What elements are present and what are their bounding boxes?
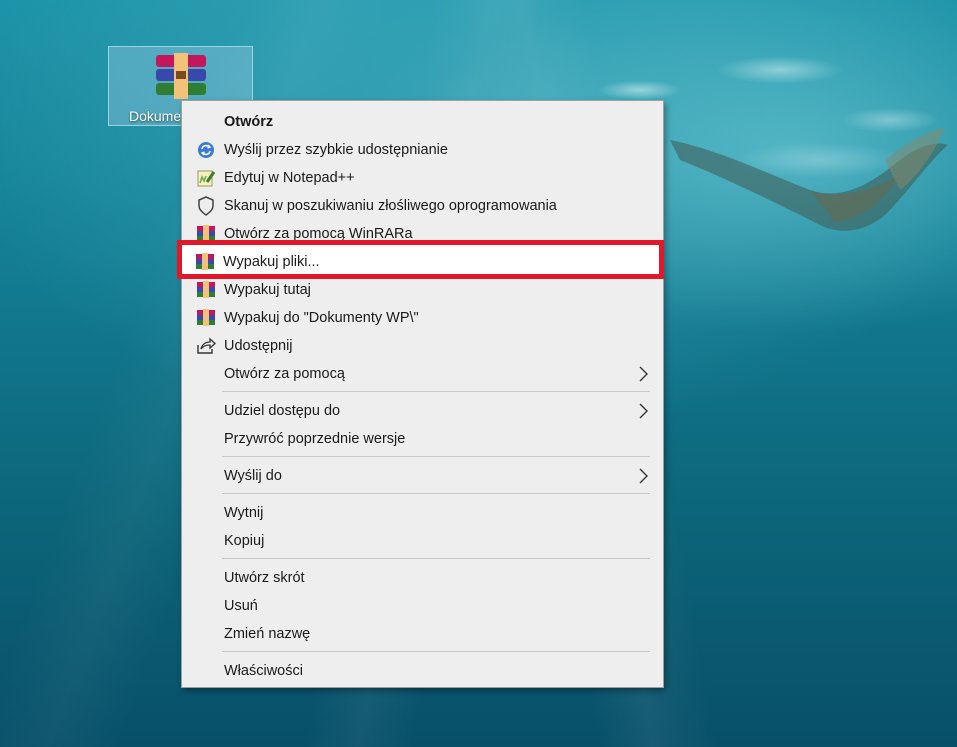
menu-item-label: Udziel dostępu do bbox=[224, 403, 341, 419]
menu-item-cut[interactable]: Wytnij bbox=[184, 499, 661, 527]
menu-separator bbox=[222, 493, 650, 494]
menu-item-label: Wyślij do bbox=[224, 468, 282, 484]
nearby-share-icon bbox=[196, 140, 216, 160]
menu-item-nearby-share[interactable]: Wyślij przez szybkie udostępnianie bbox=[184, 136, 661, 164]
share-icon bbox=[196, 336, 216, 356]
menu-item-extract-here[interactable]: Wypakuj tutaj bbox=[184, 276, 661, 304]
menu-item-label: Skanuj w poszukiwaniu złośliwego oprogra… bbox=[224, 198, 557, 214]
menu-item-create-shortcut[interactable]: Utwórz skrót bbox=[184, 564, 661, 592]
menu-item-label: Zmień nazwę bbox=[224, 626, 311, 642]
menu-item-label: Właściwości bbox=[224, 663, 303, 679]
menu-item-label: Wypakuj pliki... bbox=[223, 254, 320, 270]
menu-item-copy[interactable]: Kopiuj bbox=[184, 527, 661, 555]
notepadplusplus-icon bbox=[196, 168, 216, 188]
winrar-icon bbox=[196, 308, 216, 328]
desktop-file-label: Dokume bbox=[129, 108, 182, 124]
menu-item-label: Kopiuj bbox=[224, 533, 265, 549]
menu-item-rename[interactable]: Zmień nazwę bbox=[184, 620, 661, 648]
menu-separator bbox=[222, 651, 650, 652]
winrar-archive-icon bbox=[156, 53, 206, 99]
wallpaper-swimmer bbox=[670, 128, 948, 231]
menu-separator bbox=[222, 456, 650, 457]
winrar-icon bbox=[196, 280, 216, 300]
menu-item-extract-files[interactable]: Wypakuj pliki... bbox=[181, 248, 658, 276]
menu-item-edit-notepadpp[interactable]: Edytuj w Notepad++ bbox=[184, 164, 661, 192]
chevron-right-icon bbox=[639, 403, 648, 419]
menu-item-label: Wyślij przez szybkie udostępnianie bbox=[224, 142, 448, 158]
menu-item-delete[interactable]: Usuń bbox=[184, 592, 661, 620]
highlighted-menu-item-extract-files[interactable]: Wypakuj pliki... bbox=[177, 240, 664, 279]
menu-separator bbox=[222, 391, 650, 392]
context-menu: Otwórz Wyślij przez szybkie udostępniani… bbox=[181, 100, 664, 688]
menu-item-open[interactable]: Otwórz bbox=[184, 108, 661, 136]
chevron-right-icon bbox=[639, 366, 648, 382]
menu-item-give-access[interactable]: Udziel dostępu do bbox=[184, 397, 661, 425]
menu-item-share[interactable]: Udostępnij bbox=[184, 332, 661, 360]
shield-icon bbox=[196, 196, 216, 216]
winrar-icon bbox=[195, 252, 215, 272]
menu-item-label: Przywróć poprzednie wersje bbox=[224, 431, 406, 447]
menu-item-restore-versions[interactable]: Przywróć poprzednie wersje bbox=[184, 425, 661, 453]
menu-item-label: Edytuj w Notepad++ bbox=[224, 170, 355, 186]
menu-item-scan-malware[interactable]: Skanuj w poszukiwaniu złośliwego oprogra… bbox=[184, 192, 661, 220]
menu-separator bbox=[222, 558, 650, 559]
menu-item-label: Usuń bbox=[224, 598, 258, 614]
menu-item-label: Otwórz za pomocą bbox=[224, 366, 345, 382]
chevron-right-icon bbox=[639, 468, 648, 484]
menu-item-label: Wytnij bbox=[224, 505, 264, 521]
menu-item-label: Wypakuj do "Dokumenty WP\" bbox=[224, 310, 419, 326]
menu-item-label: Udostępnij bbox=[224, 338, 293, 354]
menu-item-send-to[interactable]: Wyślij do bbox=[184, 462, 661, 490]
menu-item-extract-to-folder[interactable]: Wypakuj do "Dokumenty WP\" bbox=[184, 304, 661, 332]
menu-item-open-with[interactable]: Otwórz za pomocą bbox=[184, 360, 661, 388]
menu-item-label: Utwórz skrót bbox=[224, 570, 305, 586]
menu-item-label: Otwórz bbox=[224, 114, 274, 130]
menu-item-properties[interactable]: Właściwości bbox=[184, 657, 661, 685]
menu-item-label: Wypakuj tutaj bbox=[224, 282, 311, 298]
